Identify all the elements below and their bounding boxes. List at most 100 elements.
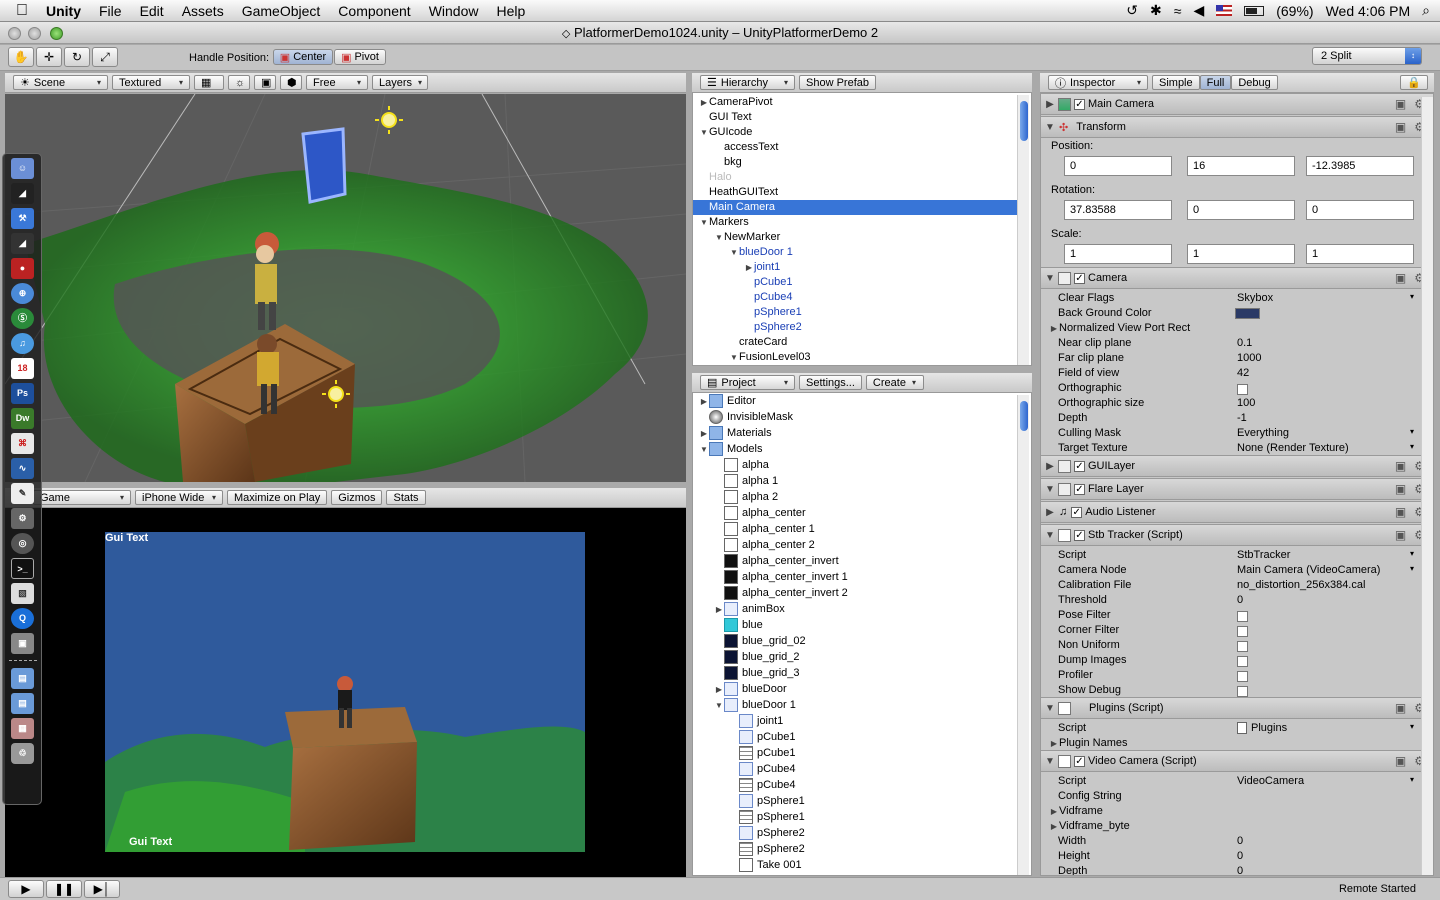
property-value[interactable]: 0	[1237, 594, 1243, 606]
hierarchy-item[interactable]: HeathGUIText	[693, 185, 1017, 200]
project-item[interactable]: pSphere1	[693, 794, 1017, 809]
hand-tool-button[interactable]: ✋	[8, 47, 34, 67]
hierarchy-item[interactable]: pCube4	[693, 290, 1017, 305]
chevron-down-icon[interactable]: ▾	[1410, 427, 1414, 436]
spotlight-icon[interactable]: ⌕	[1422, 2, 1430, 19]
property-value[interactable]: -1	[1237, 412, 1247, 424]
hierarchy-item[interactable]: Main Camera	[693, 200, 1017, 215]
collapse-arrow-icon[interactable]: ▼	[1045, 530, 1055, 541]
project-item[interactable]: pCube4	[693, 762, 1017, 777]
trash-icon[interactable]: ♲	[11, 743, 34, 764]
plugin-names-label[interactable]: ▶ Plugin Names	[1049, 737, 1128, 749]
ical-icon[interactable]: 18	[11, 358, 34, 379]
collapse-arrow-icon[interactable]: ▼	[699, 125, 709, 140]
unity-icon[interactable]: ◢	[11, 183, 34, 204]
property-value[interactable]: StbTracker	[1237, 549, 1290, 561]
property-checkbox[interactable]	[1237, 611, 1248, 622]
scale-x-field[interactable]: 1	[1064, 244, 1172, 264]
system-preferences-icon[interactable]: ⚙	[11, 508, 34, 529]
help-icon[interactable]: ▣	[1395, 459, 1406, 473]
collapse-arrow-icon[interactable]: ▼	[1045, 273, 1055, 284]
expand-arrow-icon[interactable]: ▶	[714, 602, 724, 617]
videocamera-enabled-checkbox[interactable]: ✓	[1074, 755, 1085, 767]
chevron-down-icon[interactable]: ▾	[1410, 564, 1414, 573]
hierarchy-scrollbar[interactable]	[1017, 95, 1029, 365]
scroll-thumb[interactable]	[1020, 401, 1028, 431]
menu-assets[interactable]: Assets	[173, 0, 233, 22]
property-value[interactable]: Skybox	[1237, 292, 1273, 304]
scale-z-field[interactable]: 1	[1306, 244, 1414, 264]
chevron-down-icon[interactable]: ▾	[1410, 775, 1414, 784]
preview-icon[interactable]: ▧	[11, 583, 34, 604]
stats-toggle[interactable]: Stats	[386, 490, 426, 505]
collapse-arrow-icon[interactable]: ▼	[714, 230, 724, 245]
collapse-arrow-icon[interactable]: ▼	[714, 698, 724, 713]
hierarchy-item[interactable]: crateCard	[693, 335, 1017, 350]
menu-gameobject[interactable]: GameObject	[233, 0, 330, 22]
render-mode-dropdown[interactable]: Textured ▾	[112, 75, 190, 90]
apple-icon[interactable]: 	[0, 0, 37, 22]
property-value[interactable]: Everything	[1237, 427, 1289, 439]
dreamweaver-icon[interactable]: Dw	[11, 408, 34, 429]
property-checkbox[interactable]	[1237, 384, 1248, 395]
property-value[interactable]: Main Camera (VideoCamera)	[1237, 564, 1380, 576]
menu-unity[interactable]: Unity	[37, 0, 90, 22]
stbtracker-enabled-checkbox[interactable]: ✓	[1074, 529, 1085, 541]
collapse-arrow-icon[interactable]: ▼	[729, 245, 739, 260]
project-item[interactable]: ▶ blueDoor	[693, 682, 1017, 697]
textedit-icon[interactable]: ✎	[11, 483, 34, 504]
documents-folder-icon[interactable]: ▤	[11, 693, 34, 714]
property-value[interactable]: 42	[1237, 367, 1249, 379]
chevron-down-icon[interactable]: ▾	[1410, 549, 1414, 558]
project-item[interactable]: ▶ Materials	[693, 426, 1017, 441]
scene-viewport[interactable]	[5, 94, 686, 482]
hierarchy-item[interactable]: bkg	[693, 155, 1017, 170]
scale-tool-button[interactable]: ⤢	[92, 47, 118, 67]
expand-arrow-icon[interactable]: ▶	[744, 260, 754, 275]
project-item[interactable]: InvisibleMask	[693, 410, 1017, 425]
aspect-dropdown[interactable]: iPhone Wide ▾	[135, 490, 223, 505]
menu-component[interactable]: Component	[329, 0, 419, 22]
hierarchy-item[interactable]: pSphere1	[693, 305, 1017, 320]
show-prefab-button[interactable]: Show Prefab	[799, 75, 876, 90]
project-item[interactable]: pCube4	[693, 778, 1017, 793]
game-tab[interactable]: Game ▾	[33, 490, 131, 505]
project-item[interactable]: blue_grid_3	[693, 666, 1017, 681]
screenshot-icon[interactable]: ▣	[11, 633, 34, 654]
quicktime-icon[interactable]: Q	[11, 608, 34, 629]
close-window-button[interactable]	[8, 27, 21, 40]
center-toggle[interactable]: ▣ Center	[273, 49, 333, 65]
bluetooth-icon[interactable]: ✱	[1150, 2, 1162, 19]
create-dropdown[interactable]: Create ▾	[865, 375, 924, 390]
project-item[interactable]: ▶ Editor	[693, 394, 1017, 409]
active-checkbox[interactable]: ✓	[1074, 98, 1085, 110]
lighting-toggle[interactable]: ☼	[228, 75, 250, 90]
menu-file[interactable]: File	[90, 0, 131, 22]
hierarchy-item[interactable]: pCube1	[693, 275, 1017, 290]
step-button[interactable]: ▶│	[84, 880, 120, 898]
audio-toggle[interactable]: ⬢	[280, 75, 302, 90]
wacom-icon[interactable]: ∿	[11, 458, 34, 479]
debug-mode-button[interactable]: Debug	[1231, 75, 1278, 90]
battery-icon[interactable]	[1244, 5, 1265, 16]
property-value[interactable]: no_distortion_256x384.cal	[1237, 579, 1365, 591]
firefox-icon[interactable]: ●	[11, 258, 34, 279]
project-item[interactable]: alpha_center_invert	[693, 554, 1017, 569]
help-icon[interactable]: ▣	[1395, 701, 1406, 715]
menu-edit[interactable]: Edit	[131, 0, 173, 22]
expand-arrow-icon[interactable]: ▶	[699, 426, 709, 441]
expand-arrow-icon[interactable]: ▶	[699, 394, 709, 409]
project-tab[interactable]: ▤ Project ▾	[700, 375, 795, 390]
inspector-scrollbar[interactable]	[1421, 97, 1433, 875]
hierarchy-item[interactable]: ▼GUIcode	[693, 125, 1017, 140]
clock[interactable]: Wed 4:06 PM	[1326, 3, 1411, 19]
minimize-window-button[interactable]	[28, 27, 41, 40]
property-value[interactable]: 0.1	[1237, 337, 1252, 349]
hierarchy-item[interactable]: Halo	[693, 170, 1017, 185]
project-item[interactable]: pSphere2	[693, 842, 1017, 857]
position-x-field[interactable]: 0	[1064, 156, 1172, 176]
collapse-arrow-icon[interactable]: ▼	[1045, 122, 1055, 133]
collapse-arrow-icon[interactable]: ▼	[729, 350, 739, 365]
hierarchy-item[interactable]: accessText	[693, 140, 1017, 155]
hierarchy-item[interactable]: ▼blueDoor 1	[693, 245, 1017, 260]
